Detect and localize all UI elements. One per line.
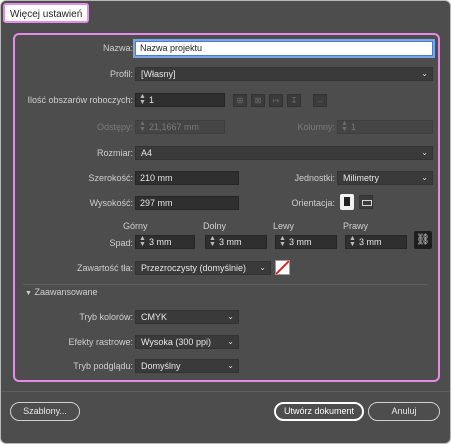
chevron-down-icon: ⌄ — [227, 361, 234, 370]
bleed-label: Spad: — [109, 238, 133, 248]
spacing-stepper[interactable]: ▲ ▼ 21,1667 mm — [135, 120, 225, 134]
arrange-by-column-icon[interactable]: ↧ — [287, 94, 301, 107]
no-fill-slash-icon — [276, 261, 289, 274]
bleed-top-stepper[interactable]: ▲ ▼ 3 mm — [135, 235, 195, 249]
color-mode-value: CMYK — [141, 312, 168, 322]
raster-effects-label: Efekty rastrowe: — [68, 337, 133, 347]
background-dropdown[interactable]: Przezroczysty (domyślnie) ⌄ — [135, 261, 271, 275]
size-dropdown[interactable]: A4 ⌄ — [135, 146, 433, 160]
arrange-by-row-icon[interactable]: ↦ — [269, 94, 283, 107]
advanced-toggle[interactable]: ▼ Zaawansowane — [25, 287, 98, 297]
profile-label: Profil: — [109, 69, 133, 79]
name-label: Nazwa: — [102, 43, 133, 53]
columns-label: Kolumny: — [297, 122, 335, 132]
columns-stepper[interactable]: ▲ ▼ 1 — [337, 120, 433, 134]
height-input[interactable]: 297 mm — [135, 196, 239, 210]
stepper-arrows-icon: ▲ ▼ — [139, 235, 146, 248]
bleed-top-label: Górny — [123, 221, 148, 231]
chevron-down-icon: ⌄ — [421, 148, 428, 157]
templates-button[interactable]: Szablony... — [10, 402, 80, 421]
background-value: Przezroczysty (domyślnie) — [141, 263, 247, 273]
preview-mode-dropdown[interactable]: Domyślny ⌄ — [135, 359, 239, 373]
stepper-arrows-icon: ▲ ▼ — [139, 93, 146, 106]
stepper-arrows-icon: ▲ ▼ — [139, 120, 146, 133]
stepper-arrows-icon: ▲ ▼ — [279, 235, 286, 248]
profile-value: [Własny] — [141, 69, 176, 79]
bleed-right-label: Prawy — [343, 221, 369, 231]
size-label: Rozmiar: — [96, 148, 133, 158]
landscape-orientation-button[interactable] — [359, 195, 373, 209]
cancel-button[interactable]: Anuluj — [368, 402, 440, 421]
bleed-right-stepper[interactable]: ▲ ▼ 3 mm — [345, 235, 407, 249]
width-label: Szerokość: — [88, 173, 133, 183]
advanced-title: Zaawansowane — [34, 287, 98, 297]
dialog-window: Więcej ustawień Nazwa: Nazwa projektu Pr… — [0, 0, 451, 444]
raster-effects-value: Wysoka (300 ppi) — [141, 337, 211, 347]
chevron-down-icon: ⌄ — [259, 263, 266, 272]
dialog-title: Więcej ustawień — [3, 3, 90, 23]
preview-mode-value: Domyślny — [141, 361, 181, 371]
artboards-label: Ilość obszarów roboczych: — [27, 95, 133, 105]
grid-by-row-icon[interactable]: ⊞ — [233, 94, 247, 107]
chevron-down-icon: ⌄ — [227, 312, 234, 321]
chevron-down-icon: ⌄ — [421, 69, 428, 78]
color-mode-dropdown[interactable]: CMYK ⌄ — [135, 310, 239, 324]
bleed-left-label: Lewy — [273, 221, 295, 231]
chevron-down-icon: ⌄ — [421, 173, 428, 182]
units-dropdown[interactable]: Milimetry ⌄ — [337, 171, 433, 185]
background-label: Zawartość tła: — [76, 263, 133, 273]
right-to-left-icon[interactable]: → — [313, 94, 327, 107]
raster-effects-dropdown[interactable]: Wysoka (300 ppi) ⌄ — [135, 335, 239, 349]
bleed-bottom-stepper[interactable]: ▲ ▼ 3 mm — [205, 235, 267, 249]
preview-mode-label: Tryb podglądu: — [73, 361, 133, 371]
bleed-left-stepper[interactable]: ▲ ▼ 3 mm — [275, 235, 337, 249]
portrait-icon — [344, 197, 350, 206]
landscape-icon — [362, 200, 372, 206]
stepper-arrows-icon: ▲ ▼ — [209, 235, 216, 248]
bleed-bottom-label: Dolny — [203, 221, 227, 231]
create-document-button[interactable]: Utwórz dokument — [274, 402, 364, 421]
spacing-label: Odstępy: — [96, 122, 133, 132]
link-bleed-icon[interactable]: ⛓ — [414, 231, 432, 249]
stepper-arrows-icon: ▲ ▼ — [349, 235, 356, 248]
portrait-orientation-button[interactable] — [340, 194, 354, 210]
profile-dropdown[interactable]: [Własny] ⌄ — [135, 67, 433, 81]
grid-by-column-icon[interactable]: ⊠ — [251, 94, 265, 107]
advanced-divider — [23, 284, 428, 285]
size-value: A4 — [141, 148, 153, 158]
triangle-down-icon: ▼ — [25, 290, 32, 297]
artboards-stepper[interactable]: ▲ ▼ 1 — [135, 93, 225, 107]
height-label: Wysokość: — [89, 198, 133, 208]
name-input[interactable]: Nazwa projektu — [133, 39, 435, 58]
units-value: Milimetry — [343, 173, 379, 183]
footer-divider — [1, 391, 450, 392]
units-label: Jednostki: — [294, 173, 335, 183]
orientation-label: Orientacja: — [291, 198, 335, 208]
color-mode-label: Tryb kolorów: — [79, 312, 133, 322]
no-fill-swatch-icon[interactable] — [275, 260, 290, 275]
stepper-arrows-icon: ▲ ▼ — [341, 120, 348, 133]
width-input[interactable]: 210 mm — [135, 171, 239, 185]
chevron-down-icon: ⌄ — [227, 337, 234, 346]
